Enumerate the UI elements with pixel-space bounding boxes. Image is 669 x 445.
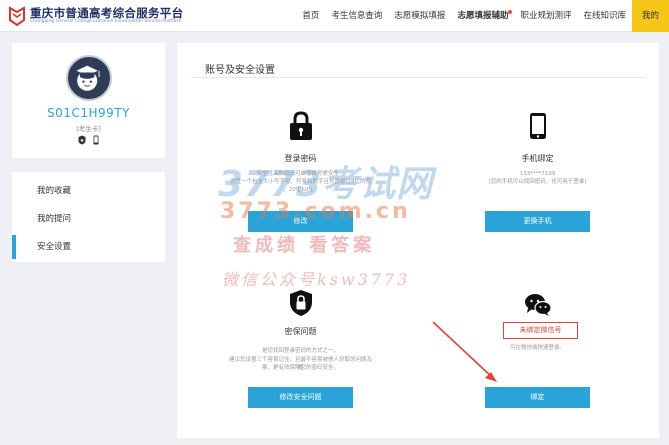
site-logo[interactable]: 重庆市普通高考综合服务平台 Chongqing General College … xyxy=(8,4,186,28)
shield-lock-icon xyxy=(289,290,312,316)
avatar[interactable] xyxy=(65,55,112,101)
bind-wechat-button[interactable]: 绑定 xyxy=(485,387,590,408)
wechat-icon xyxy=(524,294,552,316)
page-title: 账号及安全设置 xyxy=(205,65,275,76)
wechat-binding-card: 可在微信端快速登录。 绑定 xyxy=(485,289,590,409)
wechat-unbound-status: 未绑定微信号 xyxy=(503,322,578,339)
bound-phone-number: 133****7199 xyxy=(519,171,556,177)
login-password-title: 登录密码 xyxy=(284,154,317,163)
change-password-button[interactable]: 修改 xyxy=(248,211,353,232)
login-password-card: 登录密码 安全性高的密码可以使帐号更安全， 设置一个包含大小写字母、符号和数字且… xyxy=(230,111,371,233)
mobile-phone-icon xyxy=(529,113,546,139)
notification-dot xyxy=(508,10,513,14)
phone-binding-title: 手机绑定 xyxy=(521,154,554,163)
phone-binding-card: 手机绑定 133****7199 (您的手机可以找回密码，也可用于登录) 更换手… xyxy=(485,111,590,233)
nav-candidate-info[interactable]: 考生信息查询 xyxy=(325,0,388,32)
main-nav: 首页 考生信息查询 志愿模拟填报 志愿填报辅助 职业规划测评 在线知识库 我的 xyxy=(296,0,669,32)
login-password-desc-1: 安全性高的密码可以使帐号更安全， xyxy=(256,171,345,177)
phone-icon xyxy=(93,135,98,145)
verification-icons xyxy=(12,135,165,145)
lock-icon xyxy=(289,111,312,140)
security-settings-panel: 账号及安全设置 登录密码 安全性高的密码可以使帐号更安全， 设置一个包含大小写字… xyxy=(177,43,659,438)
username: S01C1H99TY xyxy=(47,106,130,120)
logo-mark-icon xyxy=(9,6,25,26)
top-header: 重庆市普通高考综合服务平台 Chongqing General College … xyxy=(0,0,669,32)
phone-binding-desc: (您的手机可以找回密码，也可用于登录) xyxy=(488,179,587,185)
wechat-binding-desc: 可在微信端快速登录。 xyxy=(509,345,565,351)
login-password-desc-3: ，20位以内。 xyxy=(283,187,318,193)
title-divider xyxy=(191,77,645,78)
user-type-tag: [考生卡] xyxy=(76,125,101,133)
sidebar-item-favorites[interactable]: 我的收藏 xyxy=(12,179,165,203)
profile-card: S01C1H99TY [考生卡] xyxy=(12,43,165,158)
change-phone-button[interactable]: 更换手机 xyxy=(485,211,590,232)
sidebar-item-security[interactable]: 安全设置 xyxy=(12,235,165,259)
nav-mock-application[interactable]: 志愿模拟填报 xyxy=(388,0,451,32)
nav-career-assessment[interactable]: 职业规划测评 xyxy=(514,0,577,32)
security-question-desc-1: 是您找回登录密码的方式之一。 xyxy=(261,348,339,354)
nav-home[interactable]: 首页 xyxy=(296,0,325,32)
sidebar-item-questions[interactable]: 我的提问 xyxy=(12,207,165,231)
nav-application-assist[interactable]: 志愿填报辅助 xyxy=(451,0,514,32)
security-question-desc-3: 案，更有效保障您的密码安全。 xyxy=(261,365,339,371)
nav-knowledge-base[interactable]: 在线知识库 xyxy=(577,0,632,32)
security-question-card: 密保问题 是您找回登录密码的方式之一。 建议您设置三个容易记住，且最不容易被他人… xyxy=(229,289,372,409)
nav-application-assist-label: 志愿填报辅助 xyxy=(457,11,509,21)
sidebar-menu: 我的收藏 我的提问 安全设置 xyxy=(12,172,165,262)
change-security-question-button[interactable]: 修改安全问题 xyxy=(248,387,353,408)
shield-lock-icon xyxy=(78,135,85,145)
site-subtitle: Chongqing General College Entrance Exami… xyxy=(30,19,182,24)
security-question-title: 密保问题 xyxy=(284,327,317,336)
nav-mine[interactable]: 我的 xyxy=(631,0,669,32)
